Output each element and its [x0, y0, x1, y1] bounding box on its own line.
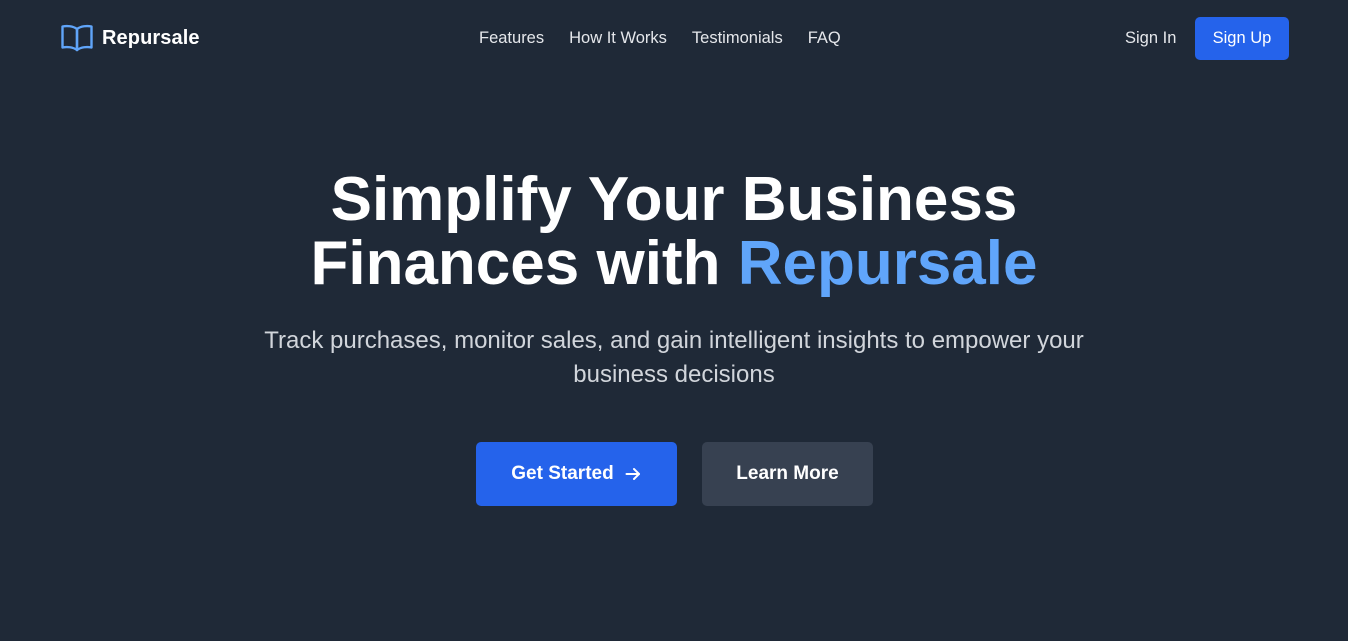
main-nav: Features How It Works Testimonials FAQ [479, 28, 841, 48]
nav-link-features[interactable]: Features [479, 28, 544, 48]
nav-link-how-it-works[interactable]: How It Works [569, 28, 667, 48]
get-started-label: Get Started [511, 463, 614, 484]
hero-subtitle: Track purchases, monitor sales, and gain… [264, 327, 1084, 388]
hero-title-accent: Repursale [737, 229, 1038, 298]
book-open-icon [60, 22, 94, 54]
learn-more-label: Learn More [736, 463, 839, 484]
sign-in-link[interactable]: Sign In [1125, 28, 1176, 48]
nav-link-faq[interactable]: FAQ [808, 28, 841, 48]
hero-title-line1: Simplify Your Business [330, 165, 1018, 234]
brand-name: Repursale [102, 26, 200, 49]
get-started-button[interactable]: Get Started [476, 442, 677, 506]
hero-title: Simplify Your Business Finances with Rep… [0, 168, 1348, 296]
learn-more-button[interactable]: Learn More [702, 442, 873, 506]
nav-link-testimonials[interactable]: Testimonials [692, 28, 783, 48]
top-navbar: Repursale Features How It Works Testimon… [0, 0, 1348, 76]
sign-up-button[interactable]: Sign Up [1195, 17, 1289, 60]
brand-logo[interactable]: Repursale [60, 22, 200, 54]
hero-title-line2: Finances with [310, 229, 738, 298]
arrow-right-icon [624, 465, 642, 483]
